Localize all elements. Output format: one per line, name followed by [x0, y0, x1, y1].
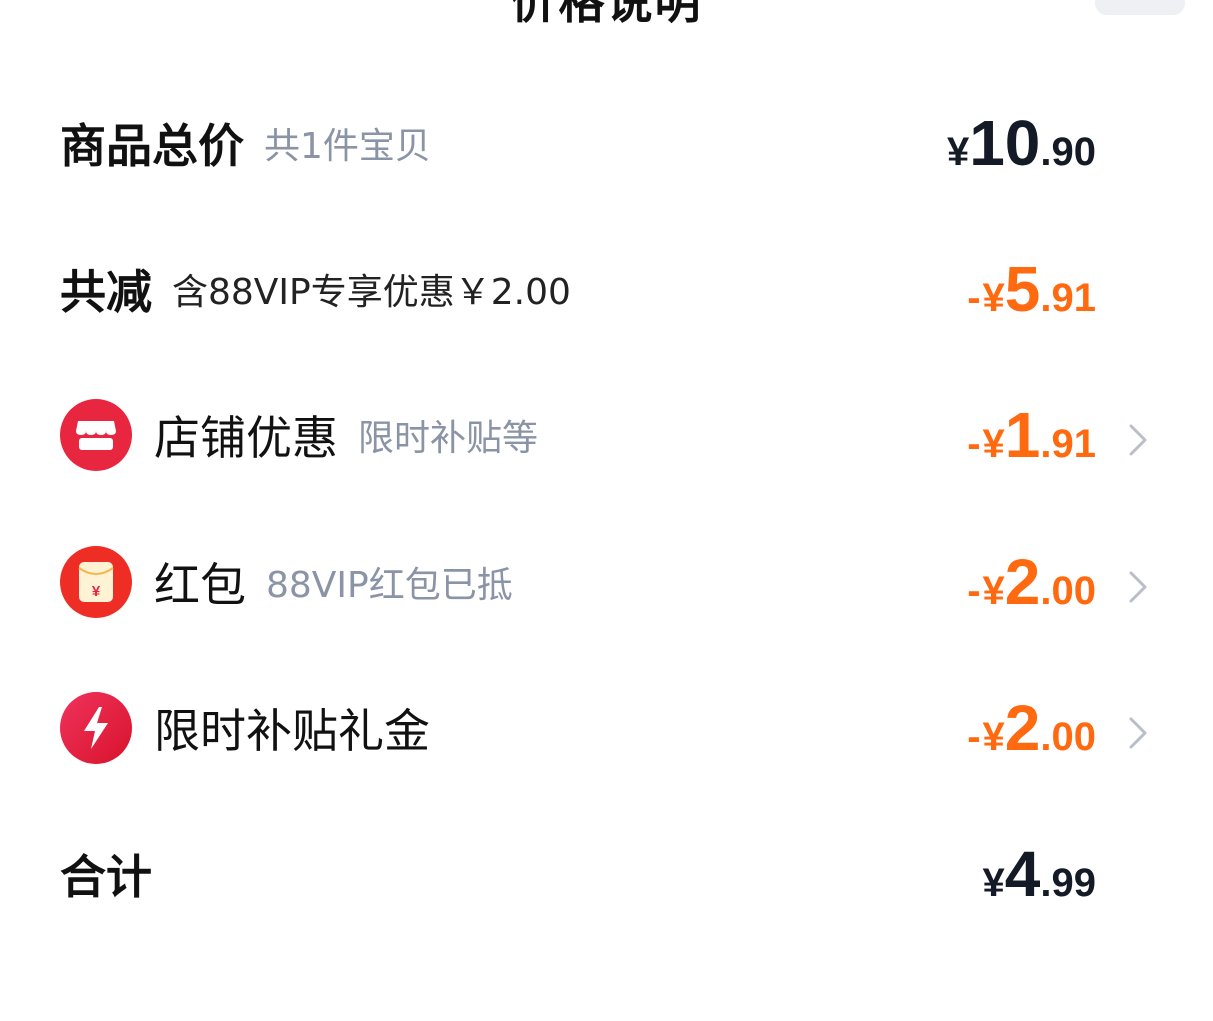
price-dot: . [1040, 130, 1052, 174]
price-integer: 5 [1004, 253, 1041, 325]
total-price-value: ¥ 10 . 90 [947, 106, 1096, 180]
chevron-right-icon[interactable] [1108, 567, 1148, 607]
chevron-right-icon[interactable] [1108, 420, 1148, 460]
grand-total-row: 合计 ¥ 4 . 99 [60, 829, 1148, 919]
total-price-row: 商品总价 共1件宝贝 ¥ 10 . 90 [60, 98, 1148, 188]
discount-total-row: 共减 含88VIP专享优惠￥2.00 - ¥ 5 . 91 [60, 244, 1148, 334]
price-dot: . [1040, 861, 1052, 905]
storefront-icon [60, 399, 132, 471]
price-dot: . [1040, 569, 1052, 613]
minus-sign: - [967, 715, 981, 759]
grand-total-value: ¥ 4 . 99 [983, 837, 1096, 911]
vip-discount-note: 含88VIP专享优惠￥2.00 [172, 272, 571, 313]
price-integer: 2 [1004, 692, 1041, 764]
subsidy-gift-row[interactable]: 限时补贴礼金 - ¥ 2 . 00 [60, 683, 1148, 773]
price-decimal: 00 [1051, 715, 1097, 759]
subsidy-gift-value: - ¥ 2 . 00 [967, 691, 1096, 765]
minus-sign: - [967, 422, 981, 466]
price-decimal: 99 [1051, 861, 1097, 905]
total-price-label: 商品总价 [60, 119, 244, 173]
minus-sign: - [967, 276, 981, 320]
price-integer: 1 [1004, 399, 1041, 471]
price-integer: 10 [969, 107, 1041, 179]
discount-total-label: 共减 [60, 265, 152, 319]
discount-total-value: - ¥ 5 . 91 [967, 252, 1096, 326]
price-dot: . [1040, 715, 1052, 759]
red-packet-icon: ¥ [60, 546, 132, 618]
shop-discount-value: - ¥ 1 . 91 [967, 398, 1096, 472]
grand-total-label: 合计 [60, 850, 152, 904]
price-dot: . [1040, 276, 1052, 320]
red-packet-value: - ¥ 2 . 00 [967, 545, 1096, 619]
price-decimal: 91 [1051, 276, 1097, 320]
red-packet-yen-glyph: ¥ [92, 583, 101, 600]
price-integer: 4 [1004, 838, 1041, 910]
price-decimal: 90 [1051, 130, 1097, 174]
shop-discount-note: 限时补贴等 [358, 418, 539, 459]
currency-symbol: ¥ [982, 861, 1005, 905]
price-breakdown-sheet: 价格说明 商品总价 共1件宝贝 ¥ 10 . 90 共减 含88VIP专享优惠￥… [0, 0, 1213, 1021]
price-dot: . [1040, 422, 1052, 466]
sheet-title: 价格说明 [510, 0, 703, 29]
close-button[interactable] [1095, 0, 1185, 15]
chevron-right-icon[interactable] [1108, 713, 1148, 753]
minus-sign: - [967, 569, 981, 613]
currency-symbol: ¥ [982, 422, 1005, 466]
currency-symbol: ¥ [946, 130, 970, 174]
price-decimal: 91 [1051, 422, 1097, 466]
red-packet-row[interactable]: ¥ 红包 88VIP红包已抵 - ¥ 2 . 00 [60, 537, 1148, 627]
shop-discount-label: 店铺优惠 [154, 411, 338, 465]
currency-symbol: ¥ [982, 276, 1005, 320]
price-integer: 2 [1004, 546, 1041, 618]
shop-discount-row[interactable]: 店铺优惠 限时补贴等 - ¥ 1 . 91 [60, 390, 1148, 480]
lightning-icon [60, 692, 132, 764]
price-decimal: 00 [1051, 569, 1097, 613]
subsidy-gift-label: 限时补贴礼金 [154, 704, 430, 758]
item-count-text: 共1件宝贝 [264, 126, 431, 167]
red-packet-label: 红包 [154, 558, 246, 612]
currency-symbol: ¥ [982, 569, 1005, 613]
currency-symbol: ¥ [982, 715, 1005, 759]
red-packet-note: 88VIP红包已抵 [266, 565, 513, 606]
